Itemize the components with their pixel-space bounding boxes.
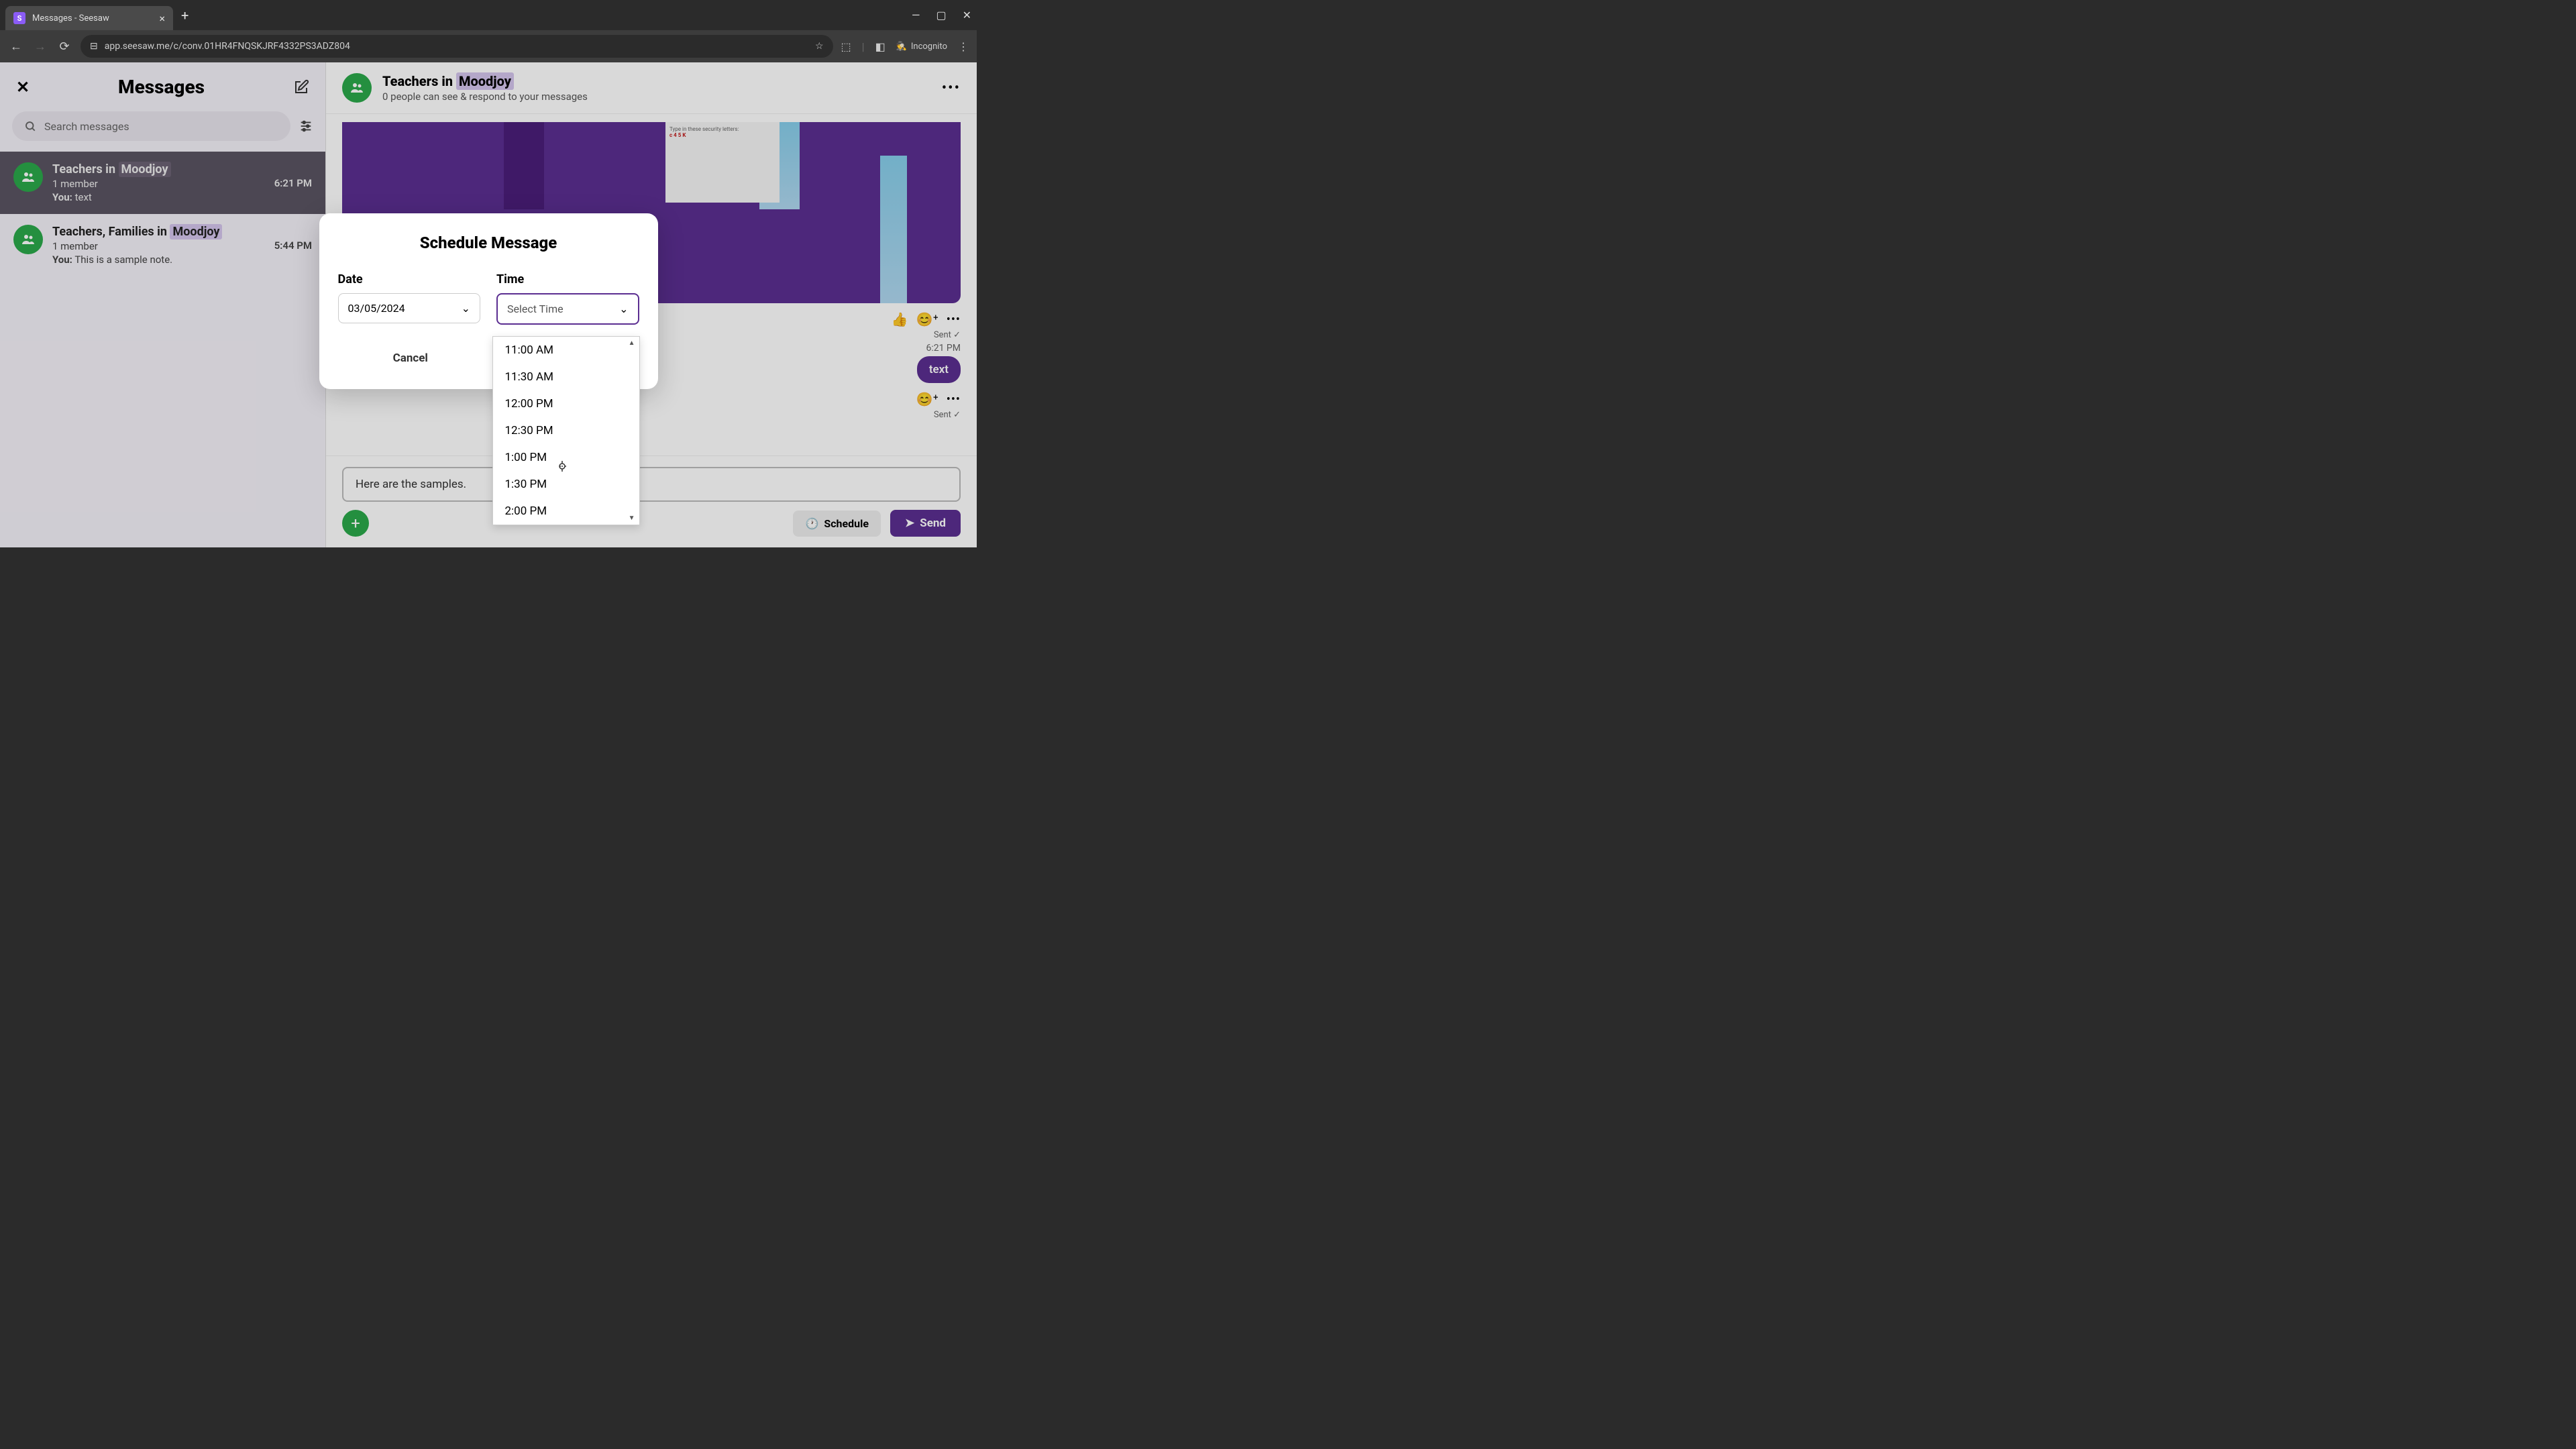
chevron-down-icon: ⌄ [462,302,470,315]
time-option[interactable]: 11:00 AM [493,337,639,364]
forward-button[interactable]: → [32,40,48,54]
time-label: Time [496,272,639,286]
new-tab-button[interactable]: + [181,7,189,23]
reload-button[interactable]: ⟳ [56,40,72,54]
minimize-icon[interactable]: — [912,9,920,21]
bookmark-icon[interactable]: ☆ [815,41,824,52]
incognito-icon: 🕵 [896,42,907,52]
time-dropdown: ▲ 11:00 AM 11:30 AM 12:00 PM 12:30 PM 1:… [492,336,640,525]
tab-close-icon[interactable]: × [159,12,165,25]
cancel-button[interactable]: Cancel [338,343,484,373]
time-select[interactable]: Select Time ⌄ [496,293,639,325]
incognito-indicator[interactable]: 🕵 Incognito [896,42,947,52]
scroll-down-arrow[interactable]: ▼ [629,515,635,522]
time-option[interactable]: 12:00 PM [493,390,639,417]
browser-menu-icon[interactable]: ⋮ [958,40,969,53]
browser-toolbar: ← → ⟳ ⊟ app.seesaw.me/c/conv.01HR4FNQSKJ… [0,30,977,62]
seesaw-favicon: S [13,12,25,24]
url-text: app.seesaw.me/c/conv.01HR4FNQSKJRF4332PS… [105,41,350,52]
time-option[interactable]: 11:30 AM [493,364,639,390]
maximize-icon[interactable]: ▢ [936,9,946,21]
modal-overlay[interactable]: Schedule Message Date 03/05/2024 ⌄ Time … [0,62,977,547]
sidepanel-icon[interactable]: ◧ [875,40,885,53]
modal-title: Schedule Message [338,233,639,252]
time-option[interactable]: 12:30 PM [493,417,639,444]
browser-tab[interactable]: S Messages - Seesaw × [5,6,173,30]
window-controls: — ▢ ✕ [912,9,971,21]
extensions-icon[interactable]: ⬚ [841,40,851,53]
time-option[interactable]: 1:00 PM [493,444,639,471]
chevron-down-icon: ⌄ [619,303,628,315]
site-settings-icon[interactable]: ⊟ [90,41,98,52]
tab-title: Messages - Seesaw [32,13,152,23]
time-option[interactable]: 2:00 PM [493,498,639,525]
close-window-icon[interactable]: ✕ [963,9,971,21]
browser-tab-bar: S Messages - Seesaw × + — ▢ ✕ [0,0,977,30]
date-select[interactable]: 03/05/2024 ⌄ [338,293,481,323]
schedule-message-modal: Schedule Message Date 03/05/2024 ⌄ Time … [319,213,658,389]
back-button[interactable]: ← [8,40,24,54]
scroll-up-arrow[interactable]: ▲ [629,339,635,347]
address-bar[interactable]: ⊟ app.seesaw.me/c/conv.01HR4FNQSKJRF4332… [80,35,833,58]
date-label: Date [338,272,481,286]
time-option[interactable]: 1:30 PM [493,471,639,498]
